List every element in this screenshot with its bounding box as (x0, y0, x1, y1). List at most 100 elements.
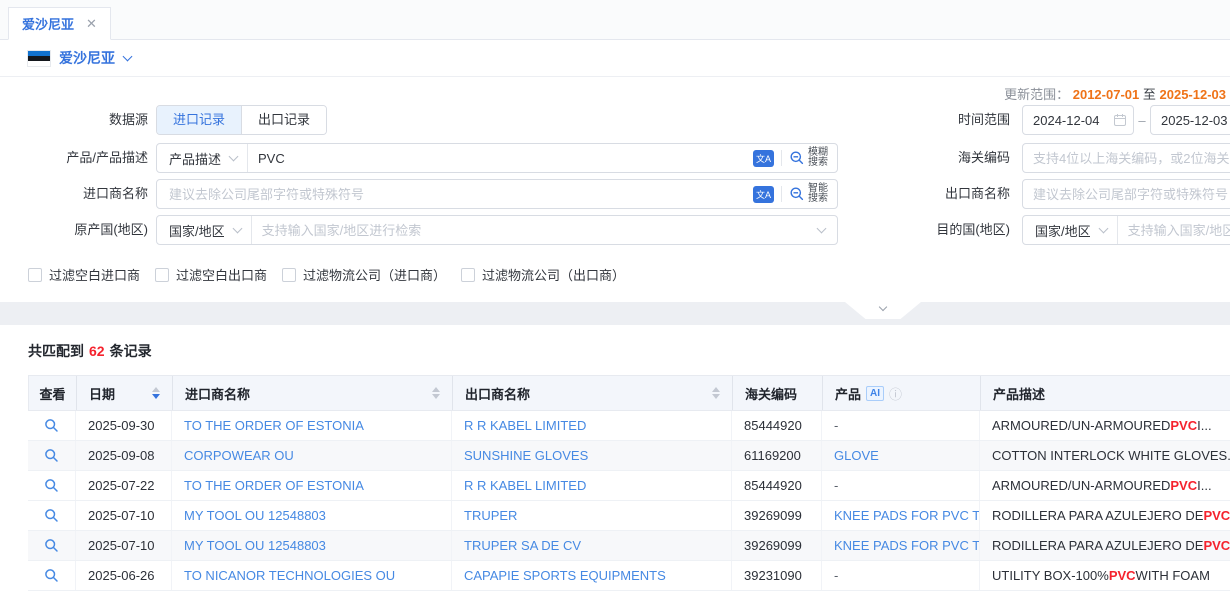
description-cell: ARMOURED/UN-ARMOURED PVC I... (980, 471, 1230, 500)
table-row: 2025-09-30TO THE ORDER OF ESTONIAR R KAB… (28, 411, 1230, 441)
view-record-button[interactable] (44, 478, 59, 493)
origin-type-select[interactable]: 国家/地区 (157, 216, 252, 244)
view-record-button[interactable] (44, 538, 59, 553)
description-text: WITH FOAM (1136, 568, 1210, 583)
destination-country-group: 国家/地区 (1022, 215, 1230, 245)
hs-code-input[interactable] (1022, 143, 1230, 173)
filter-checkbox-2[interactable]: 过滤物流公司（进口商） (282, 265, 446, 284)
importer-link[interactable]: CORPOWEAR OU (184, 448, 294, 463)
product-search-input[interactable] (248, 151, 753, 166)
column-header-description: 产品描述 (981, 376, 1230, 410)
column-label: 产品描述 (993, 384, 1045, 403)
date-cell: 2025-07-10 (76, 531, 172, 560)
column-header-exporter[interactable]: 出口商名称 (453, 376, 733, 410)
description-cell: RODILLERA PARA AZULEJERO DE PVC (980, 501, 1230, 530)
sort-desc-icon[interactable] (152, 394, 160, 399)
date-cell: 2025-07-22 (76, 471, 172, 500)
chevron-down-icon (232, 223, 242, 233)
exporter-link[interactable]: R R KABEL LIMITED (464, 418, 586, 433)
destination-type-select[interactable]: 国家/地区 (1023, 216, 1118, 244)
exporter-link[interactable]: TRUPER (464, 508, 517, 523)
column-label: 海关编码 (745, 384, 797, 403)
destination-country-input[interactable] (1118, 223, 1230, 238)
smart-search-button[interactable]: 智能搜索 (789, 184, 828, 204)
sort-control-importer[interactable] (432, 387, 440, 399)
date-cell: 2025-09-08 (76, 441, 172, 470)
product-link[interactable]: GLOVE (834, 448, 879, 463)
description-text: COTTON INTERLOCK WHITE GLOVES... (992, 448, 1230, 463)
checkbox-icon[interactable] (461, 268, 475, 282)
description-cell: COTTON INTERLOCK WHITE GLOVES... (980, 441, 1230, 470)
product-type-select[interactable]: 产品描述 (157, 144, 248, 172)
checkbox-icon[interactable] (282, 268, 296, 282)
sort-desc-icon[interactable] (712, 394, 720, 399)
country-name[interactable]: 爱沙尼亚 (59, 48, 115, 68)
exporter-link[interactable]: SUNSHINE GLOVES (464, 448, 588, 463)
exporter-link[interactable]: CAPAPIE SPORTS EQUIPMENTS (464, 568, 666, 583)
end-date-input[interactable] (1150, 105, 1230, 135)
info-icon[interactable]: ⓘ (889, 384, 902, 403)
importer-link[interactable]: MY TOOL OU 12548803 (184, 538, 326, 553)
product-link[interactable]: KNEE PADS FOR PVC T... (834, 538, 980, 553)
sort-asc-icon[interactable] (152, 387, 160, 392)
view-record-button[interactable] (44, 448, 59, 463)
view-record-button[interactable] (44, 568, 59, 583)
view-record-button[interactable] (44, 508, 59, 523)
close-icon[interactable]: ✕ (86, 16, 97, 32)
importer-link[interactable]: TO THE ORDER OF ESTONIA (184, 478, 364, 493)
origin-country-input[interactable] (252, 223, 818, 238)
importer-input[interactable] (157, 187, 753, 202)
data-source-option-0[interactable]: 进口记录 (157, 106, 241, 134)
country-header: 爱沙尼亚 (0, 40, 1230, 77)
importer-link[interactable]: TO NICANOR TECHNOLOGIES OU (184, 568, 395, 583)
chevron-down-icon[interactable] (817, 223, 827, 233)
chevron-down-icon[interactable] (123, 51, 133, 61)
hs-code-cell: 39231090 (732, 561, 822, 590)
filter-checkbox-0[interactable]: 过滤空白进口商 (28, 265, 140, 284)
filter-checkbox-1[interactable]: 过滤空白出口商 (155, 265, 267, 284)
collapse-filters-button[interactable] (845, 302, 921, 319)
chevron-down-icon (879, 303, 887, 311)
data-source-option-1[interactable]: 出口记录 (241, 106, 326, 134)
exporter-label: 出口商名称 (880, 179, 1010, 209)
translate-icon[interactable]: 文A (753, 186, 774, 203)
column-header-date[interactable]: 日期 (77, 376, 173, 410)
description-text: RODILLERA PARA AZULEJERO DE (992, 538, 1203, 553)
exporter-cell: TRUPER SA DE CV (452, 531, 732, 560)
column-label: 产品 (835, 384, 861, 403)
exporter-input[interactable] (1022, 179, 1230, 209)
column-header-importer[interactable]: 进口商名称 (173, 376, 453, 410)
translate-icon[interactable]: 文A (753, 150, 774, 167)
view-cell (28, 471, 76, 500)
sort-control-date[interactable] (152, 387, 160, 399)
checkbox-icon[interactable] (28, 268, 42, 282)
product-filter-label: 产品/产品描述 (0, 143, 148, 173)
fuzzy-search-button[interactable]: 模糊搜索 (789, 148, 828, 168)
filter-checkbox-3[interactable]: 过滤物流公司（出口商） (461, 265, 625, 284)
ai-badge: AI (866, 386, 884, 401)
importer-link[interactable]: TO THE ORDER OF ESTONIA (184, 418, 364, 433)
tab-estonia[interactable]: 爱沙尼亚 ✕ (8, 7, 111, 40)
sort-asc-icon[interactable] (712, 387, 720, 392)
product-link[interactable]: KNEE PADS FOR PVC T... (834, 508, 980, 523)
view-cell (28, 501, 76, 530)
hs-code-cell: 85444920 (732, 471, 822, 500)
checkbox-label: 过滤空白进口商 (49, 265, 140, 284)
description-text: UTILITY BOX-100% (992, 568, 1109, 583)
description-text: I... (1197, 478, 1211, 493)
product-cell: - (822, 411, 980, 440)
description-cell: ARMOURED/UN-ARMOURED PVC I... (980, 411, 1230, 440)
update-range-label: 更新范围： (1004, 87, 1069, 102)
sort-asc-icon[interactable] (432, 387, 440, 392)
table-row: 2025-07-10 MY TOOL OU 12548803 TRUPER SA D… (28, 531, 1230, 561)
checkbox-icon[interactable] (155, 268, 169, 282)
exporter-link[interactable]: R R KABEL LIMITED (464, 478, 586, 493)
description-text: ARMOURED/UN-ARMOURED (992, 418, 1170, 433)
sort-desc-icon[interactable] (432, 394, 440, 399)
column-label: 日期 (89, 384, 115, 403)
view-record-button[interactable] (44, 418, 59, 433)
exporter-link[interactable]: TRUPER SA DE CV (464, 538, 581, 553)
importer-link[interactable]: MY TOOL OU 12548803 (184, 508, 326, 523)
result-count: 62 (89, 343, 105, 359)
sort-control-exporter[interactable] (712, 387, 720, 399)
